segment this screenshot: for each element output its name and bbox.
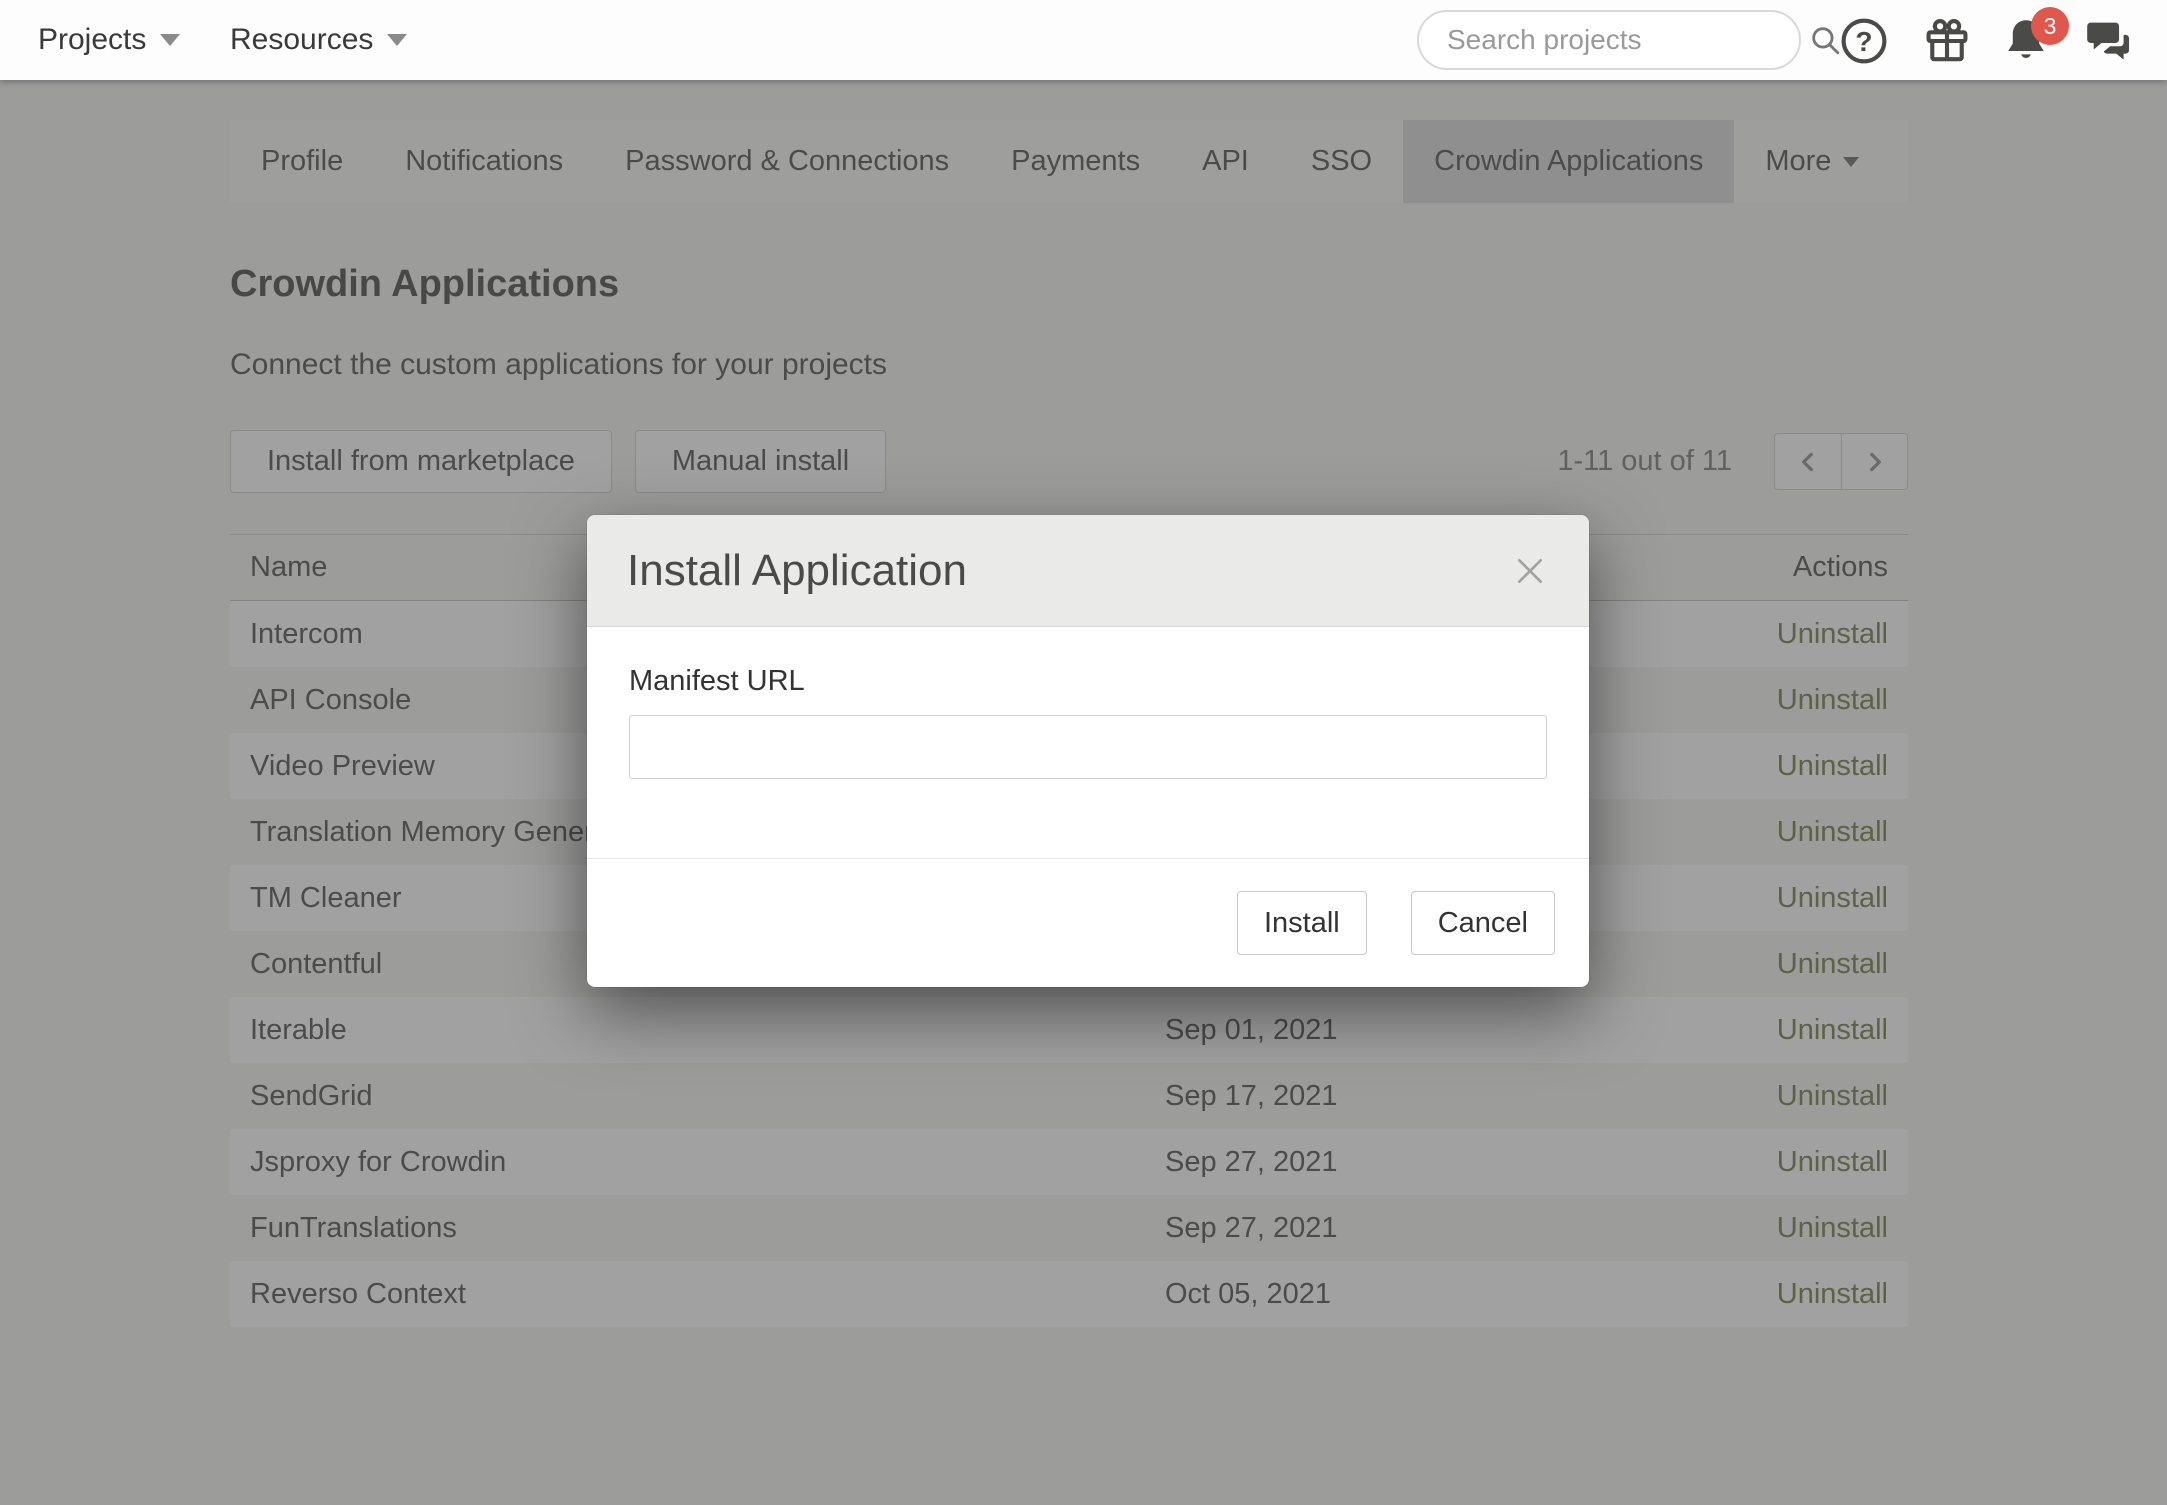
modal-title: Install Application [627,546,967,596]
close-icon [1511,552,1549,590]
install-application-modal: Install Application Manifest URL Install… [587,515,1589,987]
install-button[interactable]: Install [1237,891,1367,955]
nav-resources-menu[interactable]: Resources [230,0,407,80]
manifest-url-label: Manifest URL [629,665,1547,698]
whats-new-button[interactable] [1921,15,1973,67]
modal-body: Manifest URL [587,627,1589,858]
chevron-down-icon [160,34,180,46]
messages-button[interactable] [2082,15,2134,67]
svg-text:?: ? [1855,26,1872,57]
help-icon: ? [1838,15,1890,67]
search-box [1417,10,1801,70]
search-input[interactable] [1447,24,1808,56]
chat-icon [2082,15,2134,67]
cancel-button[interactable]: Cancel [1411,891,1555,955]
modal-header: Install Application [587,515,1589,627]
notification-count-badge: 3 [2031,7,2069,45]
modal-footer: Install Cancel [587,858,1589,987]
help-button[interactable]: ? [1838,15,1890,67]
chevron-down-icon [387,34,407,46]
nav-resources-label: Resources [230,23,373,57]
top-nav: Projects Resources ? 3 [0,0,2167,80]
close-button[interactable] [1511,552,1549,590]
nav-projects-label: Projects [38,23,146,57]
gift-icon [1921,15,1973,67]
nav-projects-menu[interactable]: Projects [38,0,180,80]
notification-count: 3 [2044,13,2057,40]
search-icon [1808,23,1842,57]
manifest-url-input[interactable] [629,715,1547,779]
